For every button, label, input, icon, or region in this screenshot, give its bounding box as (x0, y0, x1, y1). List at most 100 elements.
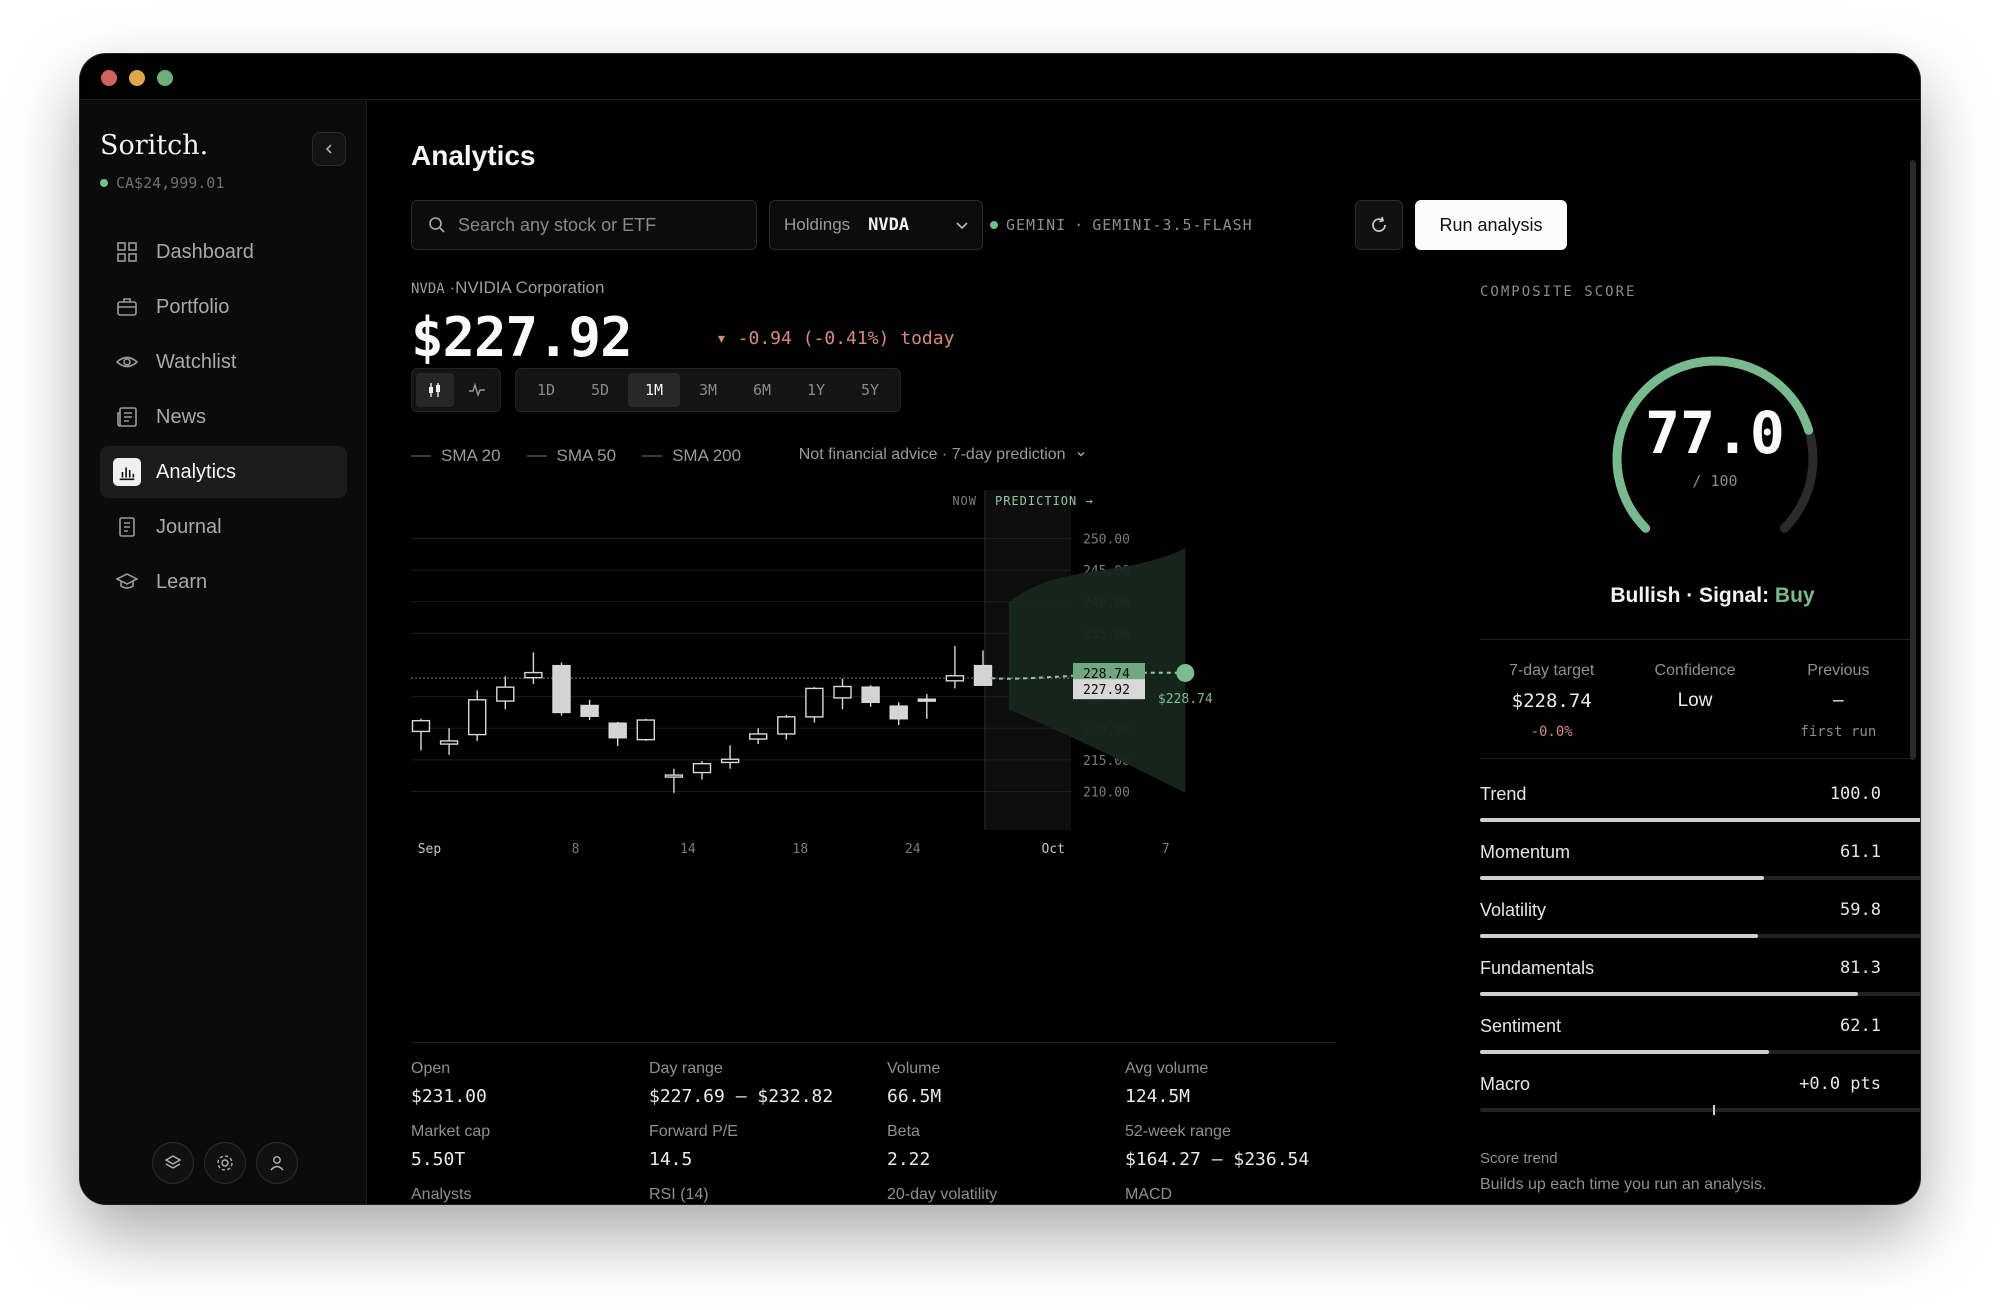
key-stats-grid: Open $231.00 Day range $227.69 – $232.82 Vol… (411, 1060, 1336, 1204)
range-5d[interactable]: 5D (574, 373, 626, 407)
prediction-target-dot (1176, 663, 1195, 682)
candle-body (833, 685, 852, 699)
x-tick-label: 14 (680, 842, 696, 857)
holdings-select[interactable]: Holdings NVDA (769, 200, 983, 250)
previous-label: Previous (1807, 662, 1870, 679)
prediction-summary: 7-day target $228.74 -0.0% Confidence Lo… (1480, 662, 1910, 740)
factor-name: Volatility (1480, 900, 1547, 920)
search-input[interactable] (458, 214, 738, 236)
model-status-dot (990, 221, 998, 229)
divider (411, 1042, 1336, 1043)
prediction-disclaimer[interactable]: Not financial advice · 7-day prediction (799, 446, 1086, 464)
target-change: -0.0% (1530, 724, 1573, 740)
previous-cell: Previous – first run (1767, 662, 1910, 740)
refresh-button[interactable] (1355, 200, 1403, 250)
candlestick-chart-button[interactable] (416, 373, 454, 407)
refresh-icon (1372, 216, 1386, 232)
gear-icon (217, 1155, 233, 1171)
stat-value: 2.22 (887, 1149, 931, 1170)
zoom-window-button[interactable] (157, 70, 173, 86)
chart-type-toggle (411, 368, 501, 412)
factor-bar (1480, 934, 1920, 938)
range-1d[interactable]: 1D (520, 373, 572, 407)
search-icon (429, 217, 445, 233)
stat-item: Market cap 5.50T (411, 1123, 649, 1170)
previous-sub: first run (1800, 724, 1877, 740)
factor-value: 81.3 (1840, 958, 1881, 978)
candle-body (608, 722, 627, 739)
score-value: 77.0 (1645, 399, 1785, 467)
candle-body (411, 719, 431, 733)
sidebar-item-label: Learn (156, 570, 208, 593)
stat-item: Day range $227.69 – $232.82 (649, 1060, 887, 1107)
overlay-label: SMA 20 (441, 446, 501, 465)
collapse-sidebar-button[interactable] (312, 132, 346, 166)
overlay-sma-50[interactable]: SMA 50 (526, 446, 616, 466)
stat-value: 14.5 (649, 1149, 693, 1170)
factor-name: Momentum (1480, 842, 1571, 862)
range-selector: 1D 5D 1M 3M 6M 1Y 5Y (515, 368, 901, 412)
factor-bar-fill (1480, 934, 1759, 938)
stat-value: 124.5M (1125, 1086, 1191, 1107)
line-chart-button[interactable] (458, 373, 496, 407)
stat-item: MACD2.81 / 2.20 (1125, 1186, 1336, 1204)
range-6m[interactable]: 6M (736, 373, 788, 407)
divider (1480, 758, 1910, 759)
minimize-window-button[interactable] (129, 70, 145, 86)
price-change: ▾ -0.94 (-0.41%) today (716, 328, 955, 349)
layers-button[interactable] (152, 1142, 194, 1184)
stat-value: $231.00 (411, 1086, 487, 1107)
sidebar-item-portfolio[interactable]: Portfolio (100, 281, 347, 333)
range-1m[interactable]: 1M (628, 373, 680, 407)
divider (1480, 639, 1910, 640)
candle-body (580, 704, 599, 717)
target-value: $228.74 (1511, 690, 1592, 712)
candle-body (749, 733, 768, 740)
sidebar-item-analytics[interactable]: Analytics (100, 446, 347, 498)
price-chart-svg: 250.00245.00240.00235.00225.00220.00215.… (411, 490, 1213, 857)
previous-value: – (1833, 690, 1844, 711)
pulse-line-icon (469, 382, 485, 398)
model-indicator: GEMINI · GEMINI-3.5-FLASH (990, 200, 1253, 250)
price-chart[interactable]: 250.00245.00240.00235.00225.00220.00215.… (411, 490, 1336, 860)
candle-body (889, 705, 908, 720)
sidebar-item-label: Journal (156, 515, 222, 538)
stat-value: $164.27 – $236.54 (1125, 1149, 1310, 1170)
factor-row: Momentum61.1– (1480, 842, 1920, 900)
candlestick-icon (429, 383, 440, 397)
sidebar-item-journal[interactable]: Journal (100, 501, 347, 553)
factor-bar (1480, 992, 1920, 996)
factor-value: 100.0 (1829, 784, 1881, 804)
factor-row: Volatility59.8– (1480, 900, 1920, 958)
factor-list: Trend100.0–Momentum61.1–Volatility59.8–F… (1480, 784, 1920, 1132)
chevron-down-icon (1077, 452, 1085, 457)
stat-item: Forward P/E 14.5 (649, 1123, 887, 1170)
confidence-cell: Confidence Low (1623, 662, 1766, 740)
close-window-button[interactable] (101, 70, 117, 86)
profile-button[interactable] (256, 1142, 298, 1184)
sidebar-item-watchlist[interactable]: Watchlist (100, 336, 347, 388)
overlay-sma-200[interactable]: SMA 200 (642, 446, 741, 466)
sidebar-item-learn[interactable]: Learn (100, 556, 347, 608)
stat-item: Volume 66.5M (887, 1060, 1125, 1107)
search-box[interactable] (411, 200, 757, 250)
graduation-cap-icon (116, 573, 138, 589)
settings-button[interactable] (204, 1142, 246, 1184)
scrollbar[interactable] (1910, 160, 1916, 760)
range-3m[interactable]: 3M (682, 373, 734, 407)
signal-prefix: Bullish · Signal: (1610, 584, 1775, 607)
candle-body (468, 699, 487, 736)
range-1y[interactable]: 1Y (790, 373, 842, 407)
sidebar-item-label: Portfolio (156, 295, 230, 318)
score-denominator: / 100 (1692, 472, 1738, 490)
range-5y[interactable]: 5Y (844, 373, 896, 407)
sidebar-item-dashboard[interactable]: Dashboard (100, 226, 347, 278)
candle-body (664, 774, 684, 778)
factor-bar-fill (1480, 992, 1859, 996)
factor-row: Fundamentals81.3– (1480, 958, 1920, 1016)
x-tick-label: Sep (418, 842, 442, 857)
user-icon (270, 1156, 284, 1171)
overlay-sma-20[interactable]: SMA 20 (411, 446, 501, 466)
stat-item: Analysts58 buy · 2 hold · (411, 1186, 649, 1204)
sidebar-item-news[interactable]: News (100, 391, 347, 443)
